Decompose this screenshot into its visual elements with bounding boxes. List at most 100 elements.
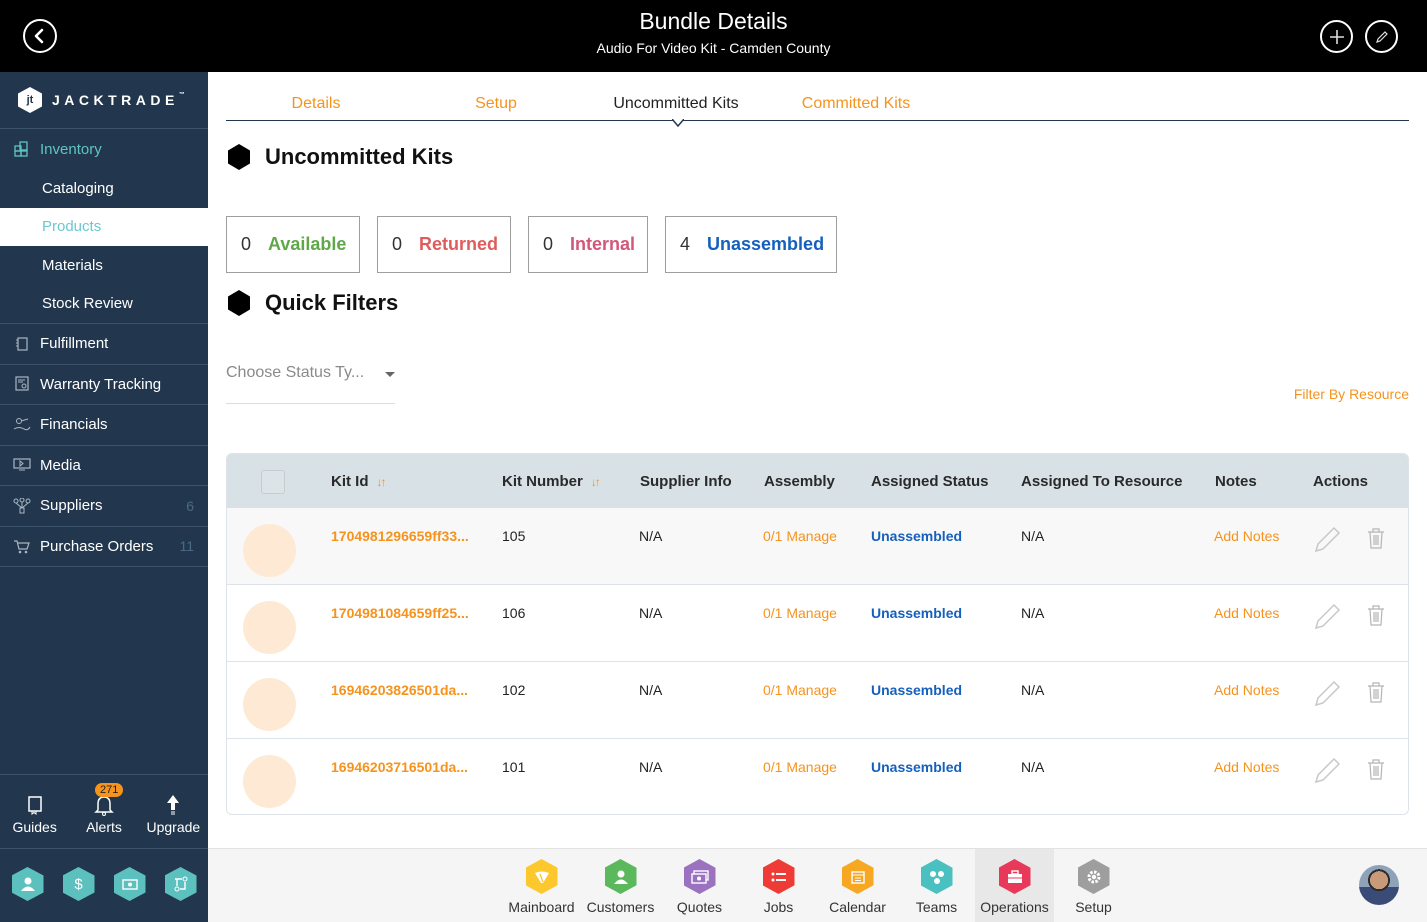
edit-pencil-icon[interactable]	[1312, 678, 1342, 708]
add-notes-link[interactable]: Add Notes	[1214, 528, 1279, 544]
sidebar-subitem-materials[interactable]: Materials	[0, 246, 208, 285]
dock-quotes[interactable]: Quotes	[660, 849, 739, 922]
kit-number: 106	[502, 605, 526, 621]
kit-number: 102	[502, 682, 526, 698]
edit-button[interactable]	[1365, 20, 1398, 53]
dock-calendar[interactable]: Calendar	[818, 849, 897, 922]
dollar-hex-icon[interactable]: $	[62, 867, 95, 901]
jacktrade-logo[interactable]: jt JACKTRADE™	[0, 72, 208, 129]
main-content: Details Setup Uncommitted Kits Committed…	[208, 72, 1427, 848]
dock-customers[interactable]: Customers	[581, 849, 660, 922]
calendar-icon	[841, 859, 874, 894]
stat-returned[interactable]: 0 Returned	[377, 216, 511, 273]
edit-pencil-icon[interactable]	[1312, 524, 1342, 554]
sidebar-subitem-stock-review[interactable]: Stock Review	[0, 285, 208, 324]
fulfillment-icon	[13, 335, 31, 353]
kit-id-link[interactable]: 16946203826501da...	[331, 682, 468, 698]
column-actions: Actions	[1313, 473, 1369, 490]
inventory-icon	[13, 140, 31, 158]
user-avatar[interactable]	[1359, 865, 1399, 905]
inventory-group: Inventory Cataloging Products Materials …	[0, 129, 208, 324]
add-button[interactable]	[1320, 20, 1353, 53]
delete-trash-icon[interactable]	[1367, 681, 1385, 703]
top-bar: Bundle Details Audio For Video Kit - Cam…	[0, 0, 1427, 72]
assembly-manage-link[interactable]: 0/1 Manage	[763, 605, 837, 621]
hexagon-bullet-icon	[228, 290, 250, 316]
kit-id-link[interactable]: 1704981296659ff33...	[331, 528, 469, 544]
arrow-up-icon	[139, 791, 208, 819]
sidebar-item-inventory[interactable]: Inventory	[0, 129, 208, 169]
dock-operations[interactable]: Operations	[975, 849, 1054, 922]
assigned-status: Unassembled	[871, 759, 963, 775]
assembly-manage-link[interactable]: 0/1 Manage	[763, 528, 837, 544]
column-kit-number[interactable]: Kit Number ↓↑	[502, 473, 601, 490]
tab-committed-kits[interactable]: Committed Kits	[802, 95, 910, 113]
sidebar-item-suppliers[interactable]: Suppliers 6	[0, 486, 208, 527]
jobs-icon	[762, 859, 795, 894]
financials-icon	[13, 416, 31, 434]
sidebar-subitem-cataloging[interactable]: Cataloging	[0, 169, 208, 208]
tab-setup[interactable]: Setup	[475, 95, 517, 113]
tab-uncommitted-kits[interactable]: Uncommitted Kits	[613, 95, 738, 113]
tab-details[interactable]: Details	[292, 95, 341, 113]
sidebar-item-label: Purchase Orders	[40, 537, 154, 555]
jacktrade-logo-icon: jt	[18, 87, 42, 113]
suppliers-icon	[13, 497, 31, 515]
edit-pencil-icon[interactable]	[1312, 755, 1342, 785]
stat-label: Unassembled	[707, 234, 825, 254]
stat-label: Returned	[419, 234, 499, 254]
supplier-info: N/A	[639, 682, 663, 698]
sort-icon[interactable]: ↓↑	[591, 475, 601, 489]
sidebar-item-warranty-tracking[interactable]: Warranty Tracking	[0, 365, 208, 405]
select-all-checkbox[interactable]	[261, 470, 285, 494]
delete-trash-icon[interactable]	[1367, 758, 1385, 780]
kit-thumbnail[interactable]	[243, 678, 296, 731]
dock-setup[interactable]: Setup	[1054, 849, 1133, 922]
assembly-manage-link[interactable]: 0/1 Manage	[763, 759, 837, 775]
edit-pencil-icon[interactable]	[1312, 601, 1342, 631]
dock-mainboard[interactable]: Mainboard	[502, 849, 581, 922]
stat-internal[interactable]: 0 Internal	[528, 216, 648, 273]
kit-id-link[interactable]: 16946203716501da...	[331, 759, 468, 775]
table-header: Kit Id ↓↑ Kit Number ↓↑ Supplier Info Asse…	[227, 454, 1408, 508]
column-supplier-info: Supplier Info	[640, 473, 732, 490]
dock-label: Operations	[980, 899, 1049, 915]
guides-button[interactable]: Guides	[0, 791, 69, 848]
dock-jobs[interactable]: Jobs	[739, 849, 818, 922]
kit-thumbnail[interactable]	[243, 601, 296, 654]
kit-id-link[interactable]: 1704981084659ff25...	[331, 605, 469, 621]
status-type-select[interactable]: Choose Status Ty...	[226, 364, 395, 404]
upgrade-button[interactable]: Upgrade	[139, 791, 208, 848]
sort-icon[interactable]: ↓↑	[377, 475, 387, 489]
delete-trash-icon[interactable]	[1367, 527, 1385, 549]
add-notes-link[interactable]: Add Notes	[1214, 759, 1279, 775]
delete-trash-icon[interactable]	[1367, 604, 1385, 626]
stat-unassembled[interactable]: 4 Unassembled	[665, 216, 837, 273]
assigned-resource: N/A	[1021, 605, 1045, 621]
add-notes-link[interactable]: Add Notes	[1214, 682, 1279, 698]
dock-teams[interactable]: Teams	[897, 849, 976, 922]
table-row: 16946203716501da... 101 N/A 0/1 Manage U…	[227, 739, 1408, 814]
money-hex-icon[interactable]	[113, 867, 146, 901]
sidebar-item-fulfillment[interactable]: Fulfillment	[0, 324, 208, 365]
stat-available[interactable]: 0 Available	[226, 216, 360, 273]
add-notes-link[interactable]: Add Notes	[1214, 605, 1279, 621]
quotes-icon	[683, 859, 716, 894]
kit-number: 101	[502, 759, 526, 775]
filter-by-resource-link[interactable]: Filter By Resource	[1294, 386, 1409, 402]
assembly-manage-link[interactable]: 0/1 Manage	[763, 682, 837, 698]
alerts-button[interactable]: 271 Alerts	[69, 783, 138, 848]
supplier-info: N/A	[639, 605, 663, 621]
workflow-hex-icon[interactable]	[164, 867, 197, 901]
sidebar-item-financials[interactable]: Financials	[0, 405, 208, 446]
sidebar-item-purchase-orders[interactable]: Purchase Orders 11	[0, 527, 208, 567]
kit-thumbnail[interactable]	[243, 755, 296, 808]
trademark: ™	[178, 92, 185, 98]
kit-thumbnail[interactable]	[243, 524, 296, 577]
assigned-resource: N/A	[1021, 759, 1045, 775]
alerts-badge: 271	[94, 783, 124, 797]
column-kit-id[interactable]: Kit Id ↓↑	[331, 473, 387, 490]
user-hex-icon[interactable]	[11, 867, 44, 901]
sidebar-item-media[interactable]: Media	[0, 446, 208, 486]
sidebar-subitem-products[interactable]: Products	[0, 207, 208, 246]
